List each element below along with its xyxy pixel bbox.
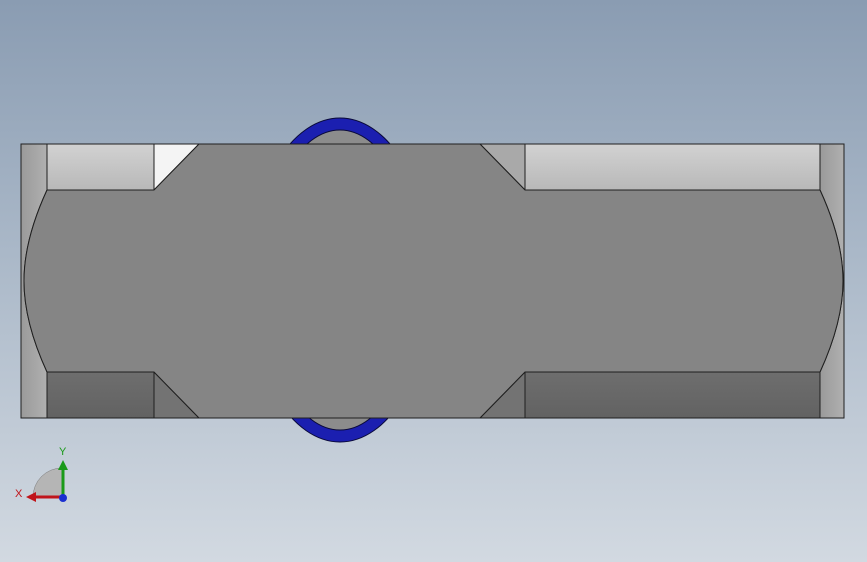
z-axis-dot <box>59 494 67 502</box>
triad-quadrant <box>32 467 63 498</box>
top-left-pocket <box>46 143 155 191</box>
reference-triad: Y X <box>15 446 68 502</box>
y-axis-arrow <box>58 460 68 470</box>
graphics-viewport[interactable]: Y X <box>0 0 867 562</box>
model-view[interactable]: Y X <box>0 0 867 562</box>
x-axis-arrow <box>26 492 36 502</box>
bottom-right-pocket <box>524 371 821 419</box>
top-right-pocket <box>524 143 821 191</box>
x-axis-label: X <box>15 488 23 500</box>
y-axis-label: Y <box>59 446 67 458</box>
housing-body <box>20 143 845 419</box>
bottom-left-pocket <box>46 371 155 419</box>
